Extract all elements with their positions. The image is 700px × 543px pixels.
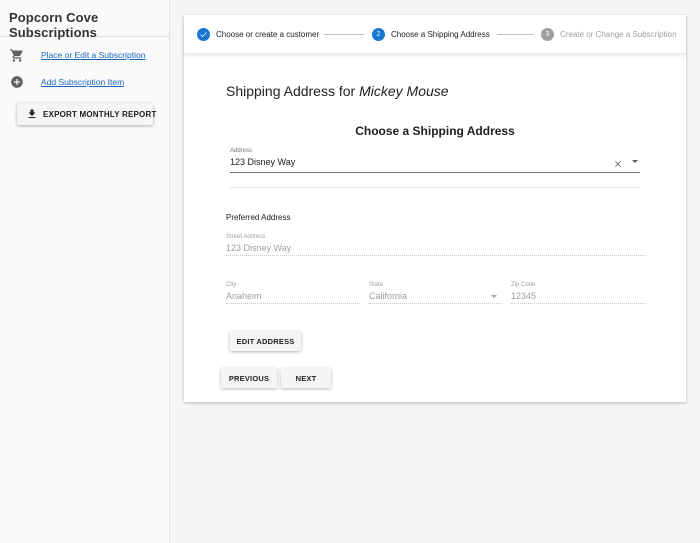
step-label: Create or Change a Subscription <box>560 29 677 39</box>
zip-code-field: Zip Code 12345 <box>511 282 645 304</box>
city-field: City Anaheim <box>226 282 360 304</box>
address-select[interactable]: Address 123 Disney Way <box>230 148 640 173</box>
next-button[interactable]: NEXT <box>281 368 331 388</box>
step-connector <box>497 34 533 35</box>
step-shipping-address[interactable]: 2 Choose a Shipping Address <box>372 27 490 41</box>
zip-code-value: 12345 <box>511 291 537 301</box>
page-title: Shipping Address for Mickey Mouse <box>226 83 449 99</box>
divider <box>230 187 640 188</box>
sidebar-item-place-subscription[interactable]: Place or Edit a Subscription <box>0 43 170 67</box>
sidebar-item-label[interactable]: Place or Edit a Subscription <box>41 50 145 60</box>
zip-code-label: Zip Code <box>511 282 536 288</box>
preferred-address-heading: Preferred Address <box>226 213 291 222</box>
chevron-down-icon <box>491 295 497 298</box>
step-label: Choose or create a customer <box>216 29 320 39</box>
chevron-down-icon[interactable] <box>632 160 638 163</box>
download-icon <box>26 107 38 121</box>
address-select-label: Address <box>230 148 253 154</box>
previous-button[interactable]: PREVIOUS <box>221 368 277 388</box>
state-label: State <box>369 282 384 288</box>
customer-name: Mickey Mouse <box>359 83 449 99</box>
sidebar-item-add-item[interactable]: Add Subscription Item <box>0 70 170 94</box>
state-value: California <box>369 291 408 301</box>
edit-address-button[interactable]: EDIT ADDRESS <box>230 331 301 351</box>
street-address-value: 123 Disney Way <box>226 243 292 253</box>
wizard-card: Choose or create a customer 2 Choose a S… <box>184 15 686 402</box>
sidebar-item-label[interactable]: Add Subscription Item <box>41 77 124 87</box>
state-select: State California <box>369 282 501 304</box>
section-title: Choose a Shipping Address <box>355 124 515 138</box>
cart-icon <box>9 47 25 63</box>
stepper: Choose or create a customer 2 Choose a S… <box>184 15 686 54</box>
heading-prefix: Shipping Address for <box>226 83 356 99</box>
step-number: 2 <box>372 27 385 41</box>
export-button-label: EXPORT MONTHLY REPORT <box>43 109 157 119</box>
street-address-label: Street Address <box>226 234 266 240</box>
step-choose-customer[interactable]: Choose or create a customer <box>197 27 319 41</box>
check-icon <box>197 27 210 41</box>
step-connector <box>324 34 364 35</box>
street-address-field: Street Address 123 Disney Way <box>226 234 645 256</box>
city-value: Anaheim <box>226 291 262 301</box>
close-icon[interactable] <box>613 156 623 167</box>
add-circle-icon <box>9 74 25 90</box>
step-number: 3 <box>541 27 554 41</box>
app-title: Popcorn Cove Subscriptions <box>0 0 169 40</box>
city-label: City <box>226 282 237 288</box>
step-label: Choose a Shipping Address <box>391 29 490 39</box>
sidebar: Popcorn Cove Subscriptions Place or Edit… <box>0 0 170 543</box>
address-select-value[interactable]: 123 Disney Way <box>230 157 295 167</box>
step-subscription[interactable]: 3 Create or Change a Subscription <box>541 27 677 41</box>
export-monthly-report-button[interactable]: EXPORT MONTHLY REPORT <box>17 103 156 125</box>
